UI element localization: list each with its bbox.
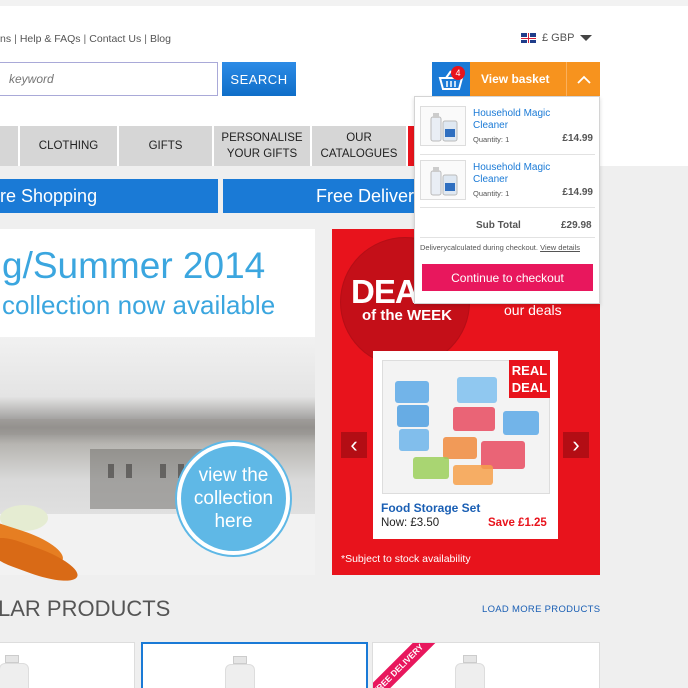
delivery-note-text: Deliverycalculated during checkout. <box>420 243 538 252</box>
toplink-contact[interactable]: Contact Us <box>89 33 141 45</box>
deal-product-save: Save £1.25 <box>488 517 547 529</box>
toplink-cut[interactable]: ns <box>0 33 11 45</box>
popular-products-heading: LAR PRODUCTS <box>0 596 171 621</box>
chevron-up-icon <box>576 75 591 84</box>
basket-item[interactable]: Household Magic Cleaner Quantity: 1 £14.… <box>420 160 595 202</box>
currency-selector[interactable]: £ GBP <box>521 32 593 44</box>
product-card[interactable] <box>0 642 135 688</box>
view-collection-label: view the collection here <box>193 465 274 532</box>
our-deals-link[interactable]: our deals <box>504 302 562 318</box>
product-card[interactable] <box>141 642 368 688</box>
nav-item-partial[interactable] <box>0 126 20 166</box>
promo-shopping-text: re Shopping <box>0 185 98 206</box>
uk-flag-icon <box>521 33 536 43</box>
bottle-image <box>225 664 255 688</box>
basket-item-price: £14.99 <box>562 187 593 198</box>
toplink-help[interactable]: Help & FAQs <box>20 33 81 45</box>
divider <box>420 207 595 208</box>
chevron-down-icon <box>580 35 593 41</box>
nav-item-clothing[interactable]: CLOTHING <box>20 126 119 166</box>
promo-delivery-text: Free Delivery <box>316 185 424 206</box>
subtotal-label: Sub Total <box>476 220 521 231</box>
top-links: ns | Help & FAQs | Contact Us | Blog <box>0 33 171 45</box>
nav-item-personalise[interactable]: PERSONALISE YOUR GIFTS <box>214 126 312 166</box>
continue-to-checkout-button[interactable]: Continue to checkout <box>422 264 593 291</box>
page: ns|Help & FAQs|Contact Us|Blog £ GBP SEA… <box>0 0 688 688</box>
hero-title: g/Summer 2014 <box>2 245 266 286</box>
product-card[interactable]: FREE DELIVERY <box>372 642 600 688</box>
real-deal-badge: REAL DEAL <box>509 360 550 398</box>
basket-item-name[interactable]: Household Magic Cleaner <box>473 162 563 186</box>
basket-item-qty: Quantity: 1 <box>473 135 510 144</box>
bottle-image <box>455 663 485 688</box>
divider <box>420 154 595 155</box>
bottle-cap <box>463 655 477 663</box>
promo-banner-shopping[interactable]: re Shopping <box>0 179 218 213</box>
deal-product-price: Now: £3.50 <box>381 517 440 529</box>
main-nav: CLOTHING GIFTS PERSONALISE YOUR GIFTS OU… <box>0 126 408 166</box>
basket-item-qty: Quantity: 1 <box>473 189 510 198</box>
subtotal-value: £29.98 <box>561 220 592 231</box>
search-input[interactable] <box>0 62 218 96</box>
basket-item-price: £14.99 <box>562 133 593 144</box>
load-more-link[interactable]: LOAD MORE PRODUCTS <box>482 604 600 615</box>
view-details-link[interactable]: View details <box>540 243 580 252</box>
basket-item[interactable]: Household Magic Cleaner Quantity: 1 £14.… <box>420 106 595 148</box>
free-delivery-ribbon: FREE DELIVERY <box>373 643 443 688</box>
bottle-cap <box>5 655 19 663</box>
nav-item-gifts[interactable]: GIFTS <box>119 126 214 166</box>
oven-knob <box>126 464 132 478</box>
bottle-image <box>0 663 29 688</box>
basket-count-badge: 4 <box>451 66 465 80</box>
promo-banner-delivery[interactable]: Free Delivery <box>223 179 423 213</box>
basket-item-name[interactable]: Household Magic Cleaner <box>473 108 563 132</box>
basket-icon <box>438 70 464 90</box>
oven-knob <box>108 464 114 478</box>
carousel-prev-button[interactable]: ‹ <box>341 432 367 458</box>
bottle-cap <box>233 656 247 664</box>
nav-item-catalogues[interactable]: OUR CATALOGUES <box>312 126 408 166</box>
currency-label: £ GBP <box>542 32 575 44</box>
chevron-right-icon: › <box>572 432 580 457</box>
divider <box>420 237 595 238</box>
deal-subheading: of the WEEK <box>362 307 452 324</box>
basket-toggle-button[interactable] <box>566 62 600 96</box>
toplink-blog[interactable]: Blog <box>150 33 171 45</box>
carousel-next-button[interactable]: › <box>563 432 589 458</box>
basket-icon-button[interactable] <box>432 62 470 96</box>
hero-subtitle: collection now available <box>2 290 276 320</box>
delivery-note: Deliverycalculated during checkout. View… <box>420 243 580 252</box>
cleaner-thumbnail <box>420 106 466 146</box>
kitchen-shelf <box>0 419 315 435</box>
oven-knob <box>160 464 166 478</box>
stock-note: *Subject to stock availability <box>341 553 471 565</box>
view-collection-button[interactable]: view the collection here <box>177 442 290 555</box>
deal-heading: DEA <box>351 273 419 310</box>
cleaner-thumbnail <box>420 160 466 200</box>
deal-product-name[interactable]: Food Storage Set <box>381 501 480 515</box>
search-button[interactable]: SEARCH <box>222 62 296 96</box>
chevron-left-icon: ‹ <box>350 432 358 457</box>
